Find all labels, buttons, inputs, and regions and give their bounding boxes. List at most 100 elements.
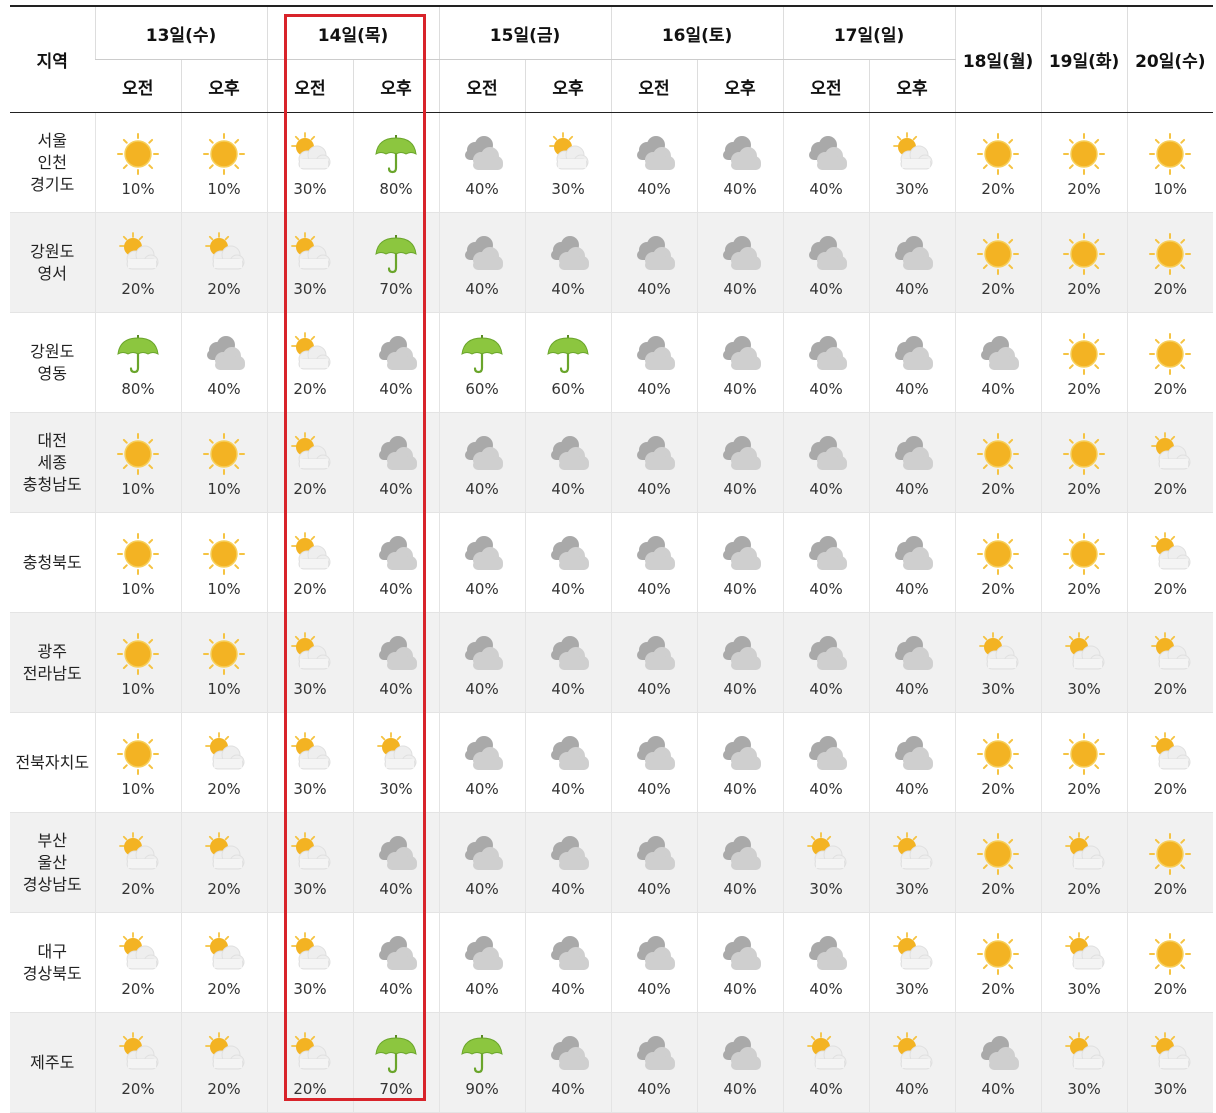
precip-probability: 40% xyxy=(465,480,499,498)
forecast-cell: 40% xyxy=(868,412,956,513)
region-name: 전북자치도 xyxy=(10,712,95,813)
forecast-cell: 40% xyxy=(696,312,784,413)
forecast-cell: 40% xyxy=(438,912,526,1013)
forecast-cell: 40% xyxy=(180,312,268,413)
precip-probability: 40% xyxy=(465,880,499,898)
forecast-cell: 40% xyxy=(438,712,526,813)
cloudy-icon xyxy=(975,331,1021,377)
day-header: 20일(수) xyxy=(1126,6,1214,113)
cloudy-icon xyxy=(631,131,677,177)
region-name: 대전 세종 충청남도 xyxy=(10,412,95,513)
forecast-cell: 40% xyxy=(610,312,698,413)
forecast-cell: 30% xyxy=(266,112,354,213)
forecast-cell: 40% xyxy=(438,612,526,713)
am-header: 오전 xyxy=(610,59,698,113)
cloudy-icon xyxy=(803,131,849,177)
sun-icon xyxy=(201,431,247,477)
precip-probability: 40% xyxy=(551,1080,585,1098)
forecast-cell: 10% xyxy=(180,412,268,513)
partly-cloudy-icon xyxy=(287,531,333,577)
precip-probability: 20% xyxy=(1067,880,1101,898)
precip-probability: 30% xyxy=(1153,1080,1187,1098)
forecast-cell: 40% xyxy=(524,812,612,913)
forecast-cell: 40% xyxy=(524,212,612,313)
forecast-cell: 20% xyxy=(1126,512,1214,613)
precip-probability: 40% xyxy=(465,680,499,698)
precip-probability: 20% xyxy=(1153,780,1187,798)
sun-icon xyxy=(115,531,161,577)
partly-cloudy-icon xyxy=(287,331,333,377)
forecast-cell: 40% xyxy=(610,412,698,513)
forecast-cell: 20% xyxy=(954,512,1042,613)
cloudy-icon xyxy=(459,631,505,677)
forecast-cell: 70% xyxy=(352,212,440,313)
forecast-cell: 40% xyxy=(954,1012,1042,1113)
forecast-cell: 10% xyxy=(1126,112,1214,213)
precip-probability: 30% xyxy=(293,780,327,798)
precip-probability: 20% xyxy=(207,780,241,798)
forecast-cell: 40% xyxy=(610,1012,698,1113)
am-header: 오전 xyxy=(438,59,526,113)
precip-probability: 40% xyxy=(637,680,671,698)
forecast-cell: 40% xyxy=(782,1012,870,1113)
forecast-cell: 40% xyxy=(782,312,870,413)
sun-icon xyxy=(1147,231,1193,277)
forecast-cell: 40% xyxy=(610,912,698,1013)
forecast-cell: 80% xyxy=(94,312,181,413)
forecast-cell: 40% xyxy=(782,412,870,513)
precip-probability: 40% xyxy=(723,180,757,198)
cloudy-icon xyxy=(631,631,677,677)
forecast-cell: 20% xyxy=(954,712,1042,813)
cloudy-icon xyxy=(631,731,677,777)
table-row: 대전 세종 충청남도 10% 10% 20% 40% 40% 40% 40% 4… xyxy=(10,412,1214,513)
forecast-cell: 10% xyxy=(94,712,181,813)
cloudy-icon xyxy=(545,231,591,277)
partly-cloudy-icon xyxy=(115,1031,161,1077)
partly-cloudy-icon xyxy=(115,931,161,977)
precip-probability: 40% xyxy=(809,180,843,198)
precip-probability: 20% xyxy=(981,480,1015,498)
precip-probability: 40% xyxy=(551,680,585,698)
forecast-cell: 20% xyxy=(954,412,1042,513)
forecast-cell: 30% xyxy=(1126,1012,1214,1113)
cloudy-icon xyxy=(803,431,849,477)
forecast-cell: 20% xyxy=(94,812,181,913)
precip-probability: 20% xyxy=(121,980,155,998)
cloudy-icon xyxy=(889,231,935,277)
forecast-cell: 40% xyxy=(868,712,956,813)
precip-probability: 30% xyxy=(293,180,327,198)
am-header: 오전 xyxy=(95,59,181,113)
precip-probability: 20% xyxy=(1153,880,1187,898)
forecast-cell: 40% xyxy=(352,312,440,413)
forecast-cell: 20% xyxy=(94,1012,181,1113)
cloudy-icon xyxy=(889,731,935,777)
precip-probability: 40% xyxy=(723,280,757,298)
precip-probability: 40% xyxy=(379,980,413,998)
partly-cloudy-icon xyxy=(889,931,935,977)
forecast-cell: 40% xyxy=(524,412,612,513)
precip-probability: 20% xyxy=(981,280,1015,298)
precip-probability: 10% xyxy=(121,680,155,698)
umbrella-icon xyxy=(115,331,161,377)
forecast-cell: 30% xyxy=(1040,912,1128,1013)
sun-icon xyxy=(1061,431,1107,477)
am-header: 오전 xyxy=(782,59,870,113)
cloudy-icon xyxy=(459,131,505,177)
sun-icon xyxy=(1061,231,1107,277)
precip-probability: 40% xyxy=(895,280,929,298)
forecast-cell: 30% xyxy=(868,912,956,1013)
cloudy-icon xyxy=(545,431,591,477)
forecast-cell: 40% xyxy=(868,512,956,613)
partly-cloudy-icon xyxy=(803,831,849,877)
forecast-cell: 60% xyxy=(438,312,526,413)
partly-cloudy-icon xyxy=(287,131,333,177)
cloudy-icon xyxy=(545,1031,591,1077)
forecast-cell: 40% xyxy=(782,912,870,1013)
precip-probability: 40% xyxy=(637,1080,671,1098)
forecast-cell: 20% xyxy=(266,412,354,513)
cloudy-icon xyxy=(717,531,763,577)
precip-probability: 20% xyxy=(1067,480,1101,498)
precip-probability: 40% xyxy=(981,1080,1015,1098)
forecast-cell: 30% xyxy=(868,812,956,913)
precip-probability: 40% xyxy=(637,880,671,898)
